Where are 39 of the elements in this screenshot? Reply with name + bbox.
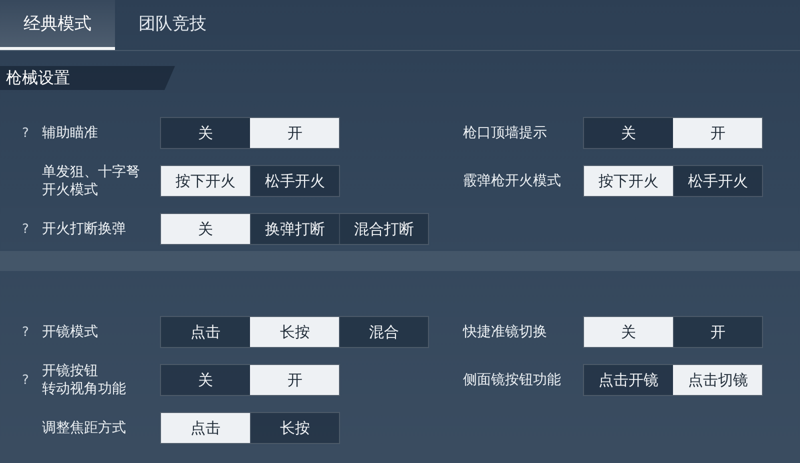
option-button[interactable]: 开 <box>250 118 339 148</box>
option-button[interactable]: 关 <box>584 118 673 148</box>
option-button[interactable]: 关 <box>161 214 250 244</box>
setting-label: 开火打断换弹 <box>42 220 127 238</box>
tab[interactable]: 团队竞技 <box>115 0 230 50</box>
option-button[interactable]: 混合打断 <box>339 214 428 244</box>
option-button[interactable]: 点击开镜 <box>584 365 673 395</box>
option-button[interactable]: 松手开火 <box>673 166 762 196</box>
help-icon[interactable]: ? <box>22 126 42 140</box>
option-button[interactable]: 关 <box>161 365 250 395</box>
option-button[interactable]: 松手开火 <box>250 166 339 196</box>
option-button[interactable]: 关 <box>584 317 673 347</box>
setting-label: 单发狙、十字弩 开火模式 <box>42 163 141 199</box>
help-icon[interactable]: ? <box>22 372 42 388</box>
setting-label: 枪口顶墙提示 <box>463 124 548 142</box>
option-button[interactable]: 长按 <box>250 317 339 347</box>
option-button[interactable]: 关 <box>161 118 250 148</box>
setting-label: 开镜按钮 转动视角功能 <box>42 362 127 398</box>
help-icon[interactable]: ? <box>22 222 42 236</box>
option-button[interactable]: 按下开火 <box>161 166 250 196</box>
setting-label: 调整焦距方式 <box>42 419 127 437</box>
option-button[interactable]: 开 <box>250 365 339 395</box>
option-button[interactable]: 长按 <box>250 413 339 443</box>
option-button[interactable]: 换弹打断 <box>250 214 339 244</box>
option-button[interactable]: 开 <box>673 317 762 347</box>
setting-label: 辅助瞄准 <box>42 124 99 142</box>
option-button[interactable]: 开 <box>673 118 762 148</box>
setting-label: 开镜模式 <box>42 323 99 341</box>
setting-label: 侧面镜按钮功能 <box>463 371 562 389</box>
tab[interactable]: 经典模式 <box>0 0 115 50</box>
setting-label: 快捷准镜切换 <box>463 323 548 341</box>
option-button[interactable]: 混合 <box>339 317 428 347</box>
section-header: 枪械设置 <box>0 66 175 90</box>
option-button[interactable]: 点击 <box>161 317 250 347</box>
help-icon[interactable]: ? <box>22 324 42 340</box>
setting-label: 霰弹枪开火模式 <box>463 172 562 190</box>
option-button[interactable]: 按下开火 <box>584 166 673 196</box>
option-button[interactable]: 点击切镜 <box>673 365 762 395</box>
option-button[interactable]: 点击 <box>161 413 250 443</box>
